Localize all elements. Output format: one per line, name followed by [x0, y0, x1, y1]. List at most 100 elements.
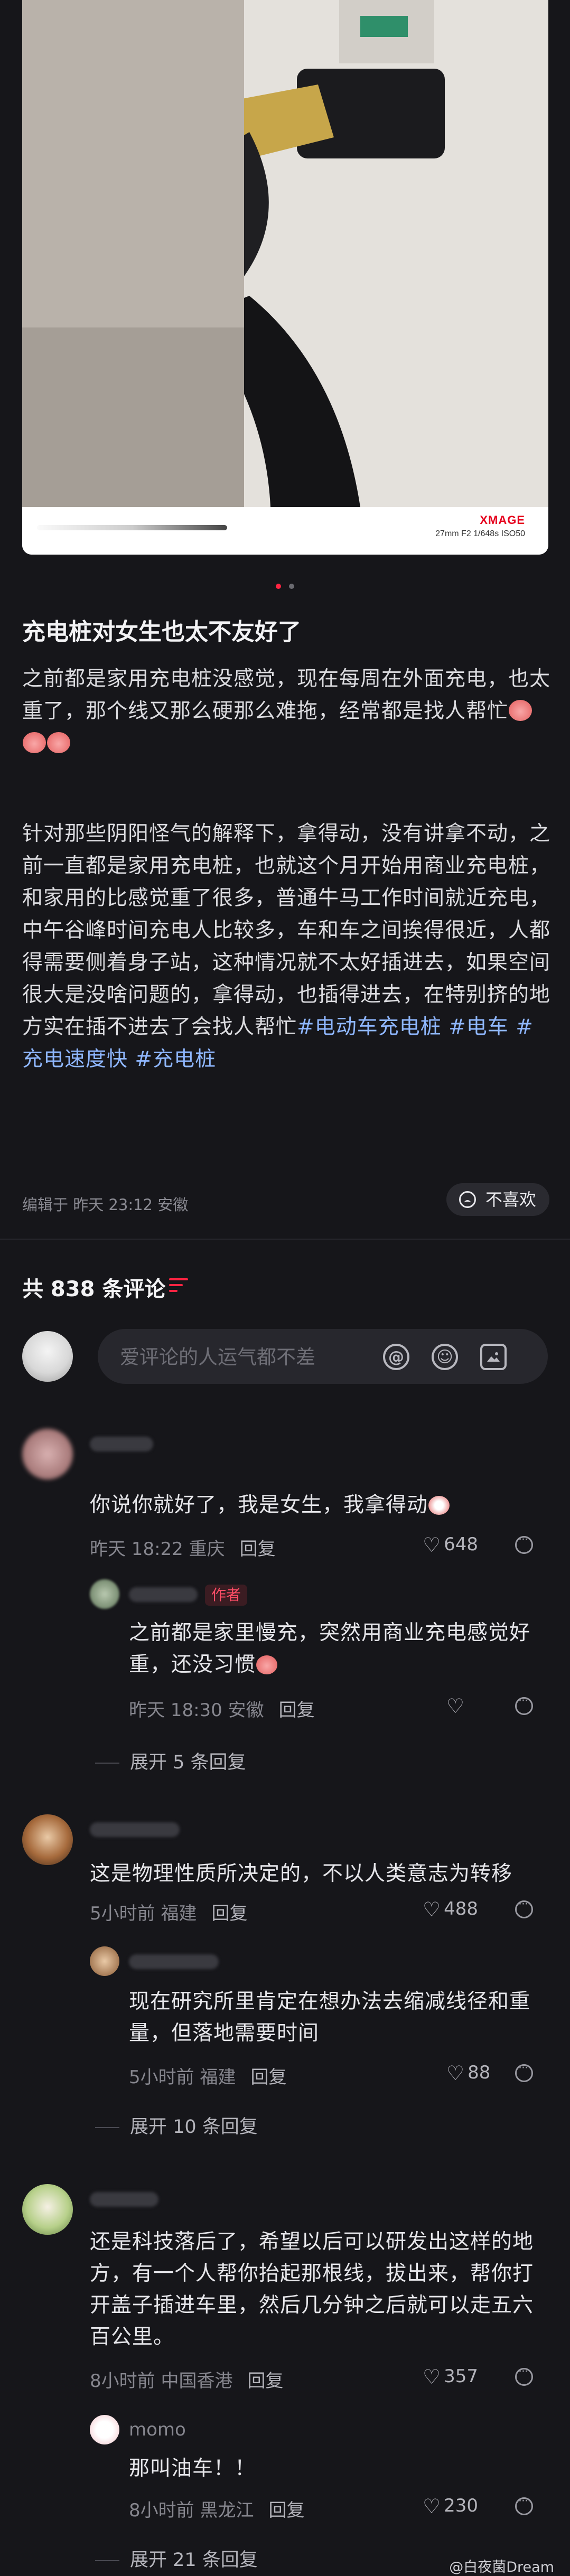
post-paragraph-2-text: 针对那些阴阳怪气的解释下，拿得动，没有讲拿不动，之前一直都是家用充电桩，也就这个…	[22, 822, 551, 1039]
commenter-avatar[interactable]	[22, 1429, 73, 1479]
expand-replies-button[interactable]: 展开 21 条回复	[95, 2545, 258, 2572]
dislike-label: 不喜欢	[485, 1189, 537, 1210]
crying-emoji-icon	[23, 732, 46, 753]
like-button[interactable]: ♡ 230	[423, 2495, 478, 2518]
comment-meta: 5小时前 福建 回复	[90, 1899, 247, 1925]
heart-icon: ♡	[423, 2495, 441, 2518]
expand-replies-button[interactable]: 展开 5 条回复	[95, 1747, 246, 1774]
heart-icon: ♡	[446, 1694, 465, 1718]
expand-replies-button[interactable]: 展开 10 条回复	[95, 2112, 258, 2139]
heart-icon: ♡	[446, 2062, 465, 2085]
reply-button[interactable]: 回复	[279, 1700, 315, 1721]
commenter-name[interactable]	[90, 1437, 153, 1451]
commenter-name[interactable]	[90, 1822, 180, 1837]
post-image[interactable]: XMAGE 27mm F2 1/648s ISO50	[22, 0, 548, 555]
reply-avatar[interactable]	[90, 1579, 119, 1609]
reply-button[interactable]: 回复	[268, 2500, 304, 2521]
heart-icon: ♡	[423, 2365, 441, 2388]
dislike-button[interactable]: 不喜欢	[446, 1183, 549, 1216]
reply-time: 昨天 18:30 安徽	[129, 1700, 264, 1721]
sad-face-icon	[459, 1191, 476, 1208]
heart-icon: ♡	[423, 1533, 441, 1557]
more-options-icon[interactable]	[515, 1694, 533, 1715]
commenter-avatar[interactable]	[22, 2184, 73, 2235]
like-count: 88	[468, 2062, 491, 2083]
hashtag-link[interactable]: #电车	[448, 1015, 509, 1039]
reply-author-name[interactable]	[129, 1587, 198, 1602]
comment-text: 你说你就好了，我是女生，我拿得动	[90, 1490, 544, 1521]
more-options-icon[interactable]	[515, 2495, 533, 2515]
exif-info: 27mm F2 1/648s ISO50	[435, 529, 525, 538]
crying-emoji-icon	[509, 700, 532, 721]
reply-meta: 5小时前 福建 回复	[129, 2063, 286, 2088]
comment-count: 共 838 条评论	[22, 1277, 166, 1301]
reply-meta: 昨天 18:30 安徽 回复	[129, 1696, 315, 1721]
like-button[interactable]: ♡ 488	[423, 1898, 478, 1921]
reply-author-name[interactable]: momo	[129, 2419, 186, 2440]
post-title: 充电桩对女生也太不友好了	[22, 619, 301, 645]
charging-plug-illustration	[22, 0, 548, 507]
comment-time: 5小时前 福建	[90, 1903, 197, 1924]
reply-button[interactable]: 回复	[240, 1539, 276, 1560]
reply-time: 5小时前 福建	[129, 2067, 236, 2088]
comment-text-content: 你说你就好了，我是女生，我拿得动	[90, 1493, 428, 1517]
like-button[interactable]: ♡ 648	[423, 1533, 478, 1557]
hashtag-link[interactable]: #充电桩	[135, 1047, 216, 1071]
comment-text: 还是科技落后了，希望以后可以研发出这样的地方，有一个人帮你抬起那根线，拔出来，帮…	[90, 2230, 534, 2349]
photo-caption-bar: XMAGE 27mm F2 1/648s ISO50	[22, 507, 548, 555]
comment-input[interactable]	[119, 1342, 375, 1372]
carousel-dot[interactable]	[289, 584, 295, 589]
pig-emoji-icon	[256, 1655, 278, 1674]
carousel-indicator[interactable]	[0, 581, 570, 591]
reply-button[interactable]: 回复	[250, 2067, 286, 2088]
more-options-icon[interactable]	[515, 1898, 533, 1918]
camera-brand: XMAGE	[480, 513, 525, 527]
reply-text: 现在研究所里肯定在想办法去缩减线径和重量，但落地需要时间	[129, 1990, 531, 2045]
comment-meta: 昨天 18:22 重庆 回复	[90, 1534, 276, 1560]
reply-author-name[interactable]	[129, 1954, 219, 1969]
reply-text: 那叫油车！！	[129, 2457, 256, 2480]
my-avatar[interactable]	[22, 1331, 73, 1382]
mention-icon[interactable]: @	[383, 1344, 409, 1370]
comment-input-bar[interactable]: @ ☺	[98, 1329, 548, 1384]
heart-icon: ♡	[423, 1898, 441, 1921]
commenter-name[interactable]	[90, 2192, 158, 2207]
section-divider	[0, 1239, 570, 1240]
comment-time: 8小时前 中国香港	[90, 2371, 233, 2392]
reply-meta: 8小时前 黑龙江 回复	[129, 2496, 304, 2522]
crying-emoji-icon	[47, 732, 70, 753]
image-icon[interactable]	[480, 1344, 507, 1370]
weibo-watermark: @白夜菌Dream	[449, 2559, 554, 2575]
reply-text: 之前都是家里慢充，突然用商业充电感觉好重，还没习惯	[129, 1617, 546, 1681]
post-paragraph-1: 之前都是家用充电桩没感觉，现在每周在外面充电，也太重了，那个线又那么硬那么难拖，…	[22, 663, 550, 760]
carousel-dot-active[interactable]	[275, 584, 281, 589]
comment-text: 这是物理性质所决定的，不以人类意志为转移	[90, 1862, 513, 1886]
reply-text-content: 之前都是家里慢充，突然用商业充电感觉好重，还没习惯	[129, 1621, 531, 1676]
hashtag-link[interactable]: #电动车充电桩	[297, 1015, 442, 1039]
comment-meta: 8小时前 中国香港 回复	[90, 2366, 283, 2392]
commenter-avatar[interactable]	[22, 1814, 73, 1865]
reply-time: 8小时前 黑龙江	[129, 2500, 254, 2521]
comment-time: 昨天 18:22 重庆	[90, 1539, 225, 1560]
more-options-icon[interactable]	[515, 2365, 533, 2386]
charging-plug-photo	[22, 0, 548, 507]
caption-decoration	[37, 525, 227, 530]
post-paragraph-2: 针对那些阴阳怪气的解释下，拿得动，没有讲拿不动，之前一直都是家用充电桩，也就这个…	[22, 818, 550, 1075]
like-button[interactable]: ♡	[446, 1694, 468, 1718]
more-options-icon[interactable]	[515, 1533, 533, 1554]
like-button[interactable]: ♡ 357	[423, 2365, 478, 2388]
reply-avatar[interactable]	[90, 2415, 119, 2444]
reply-button[interactable]: 回复	[211, 1903, 247, 1924]
clown-emoji-icon	[428, 1496, 450, 1515]
like-count: 648	[444, 1534, 478, 1555]
more-options-icon[interactable]	[515, 2062, 533, 2082]
reply-avatar[interactable]	[90, 1946, 119, 1976]
like-button[interactable]: ♡ 88	[446, 2062, 490, 2085]
like-count: 488	[444, 1898, 478, 1919]
like-count: 357	[444, 2366, 478, 2387]
emoji-icon[interactable]: ☺	[432, 1344, 458, 1370]
reply-button[interactable]: 回复	[247, 2371, 283, 2392]
post-paragraph-1-text: 之前都是家用充电桩没感觉，现在每周在外面充电，也太重了，那个线又那么硬那么难拖，…	[22, 667, 551, 723]
sort-icon[interactable]	[169, 1278, 188, 1294]
author-badge: 作者	[205, 1585, 248, 1606]
